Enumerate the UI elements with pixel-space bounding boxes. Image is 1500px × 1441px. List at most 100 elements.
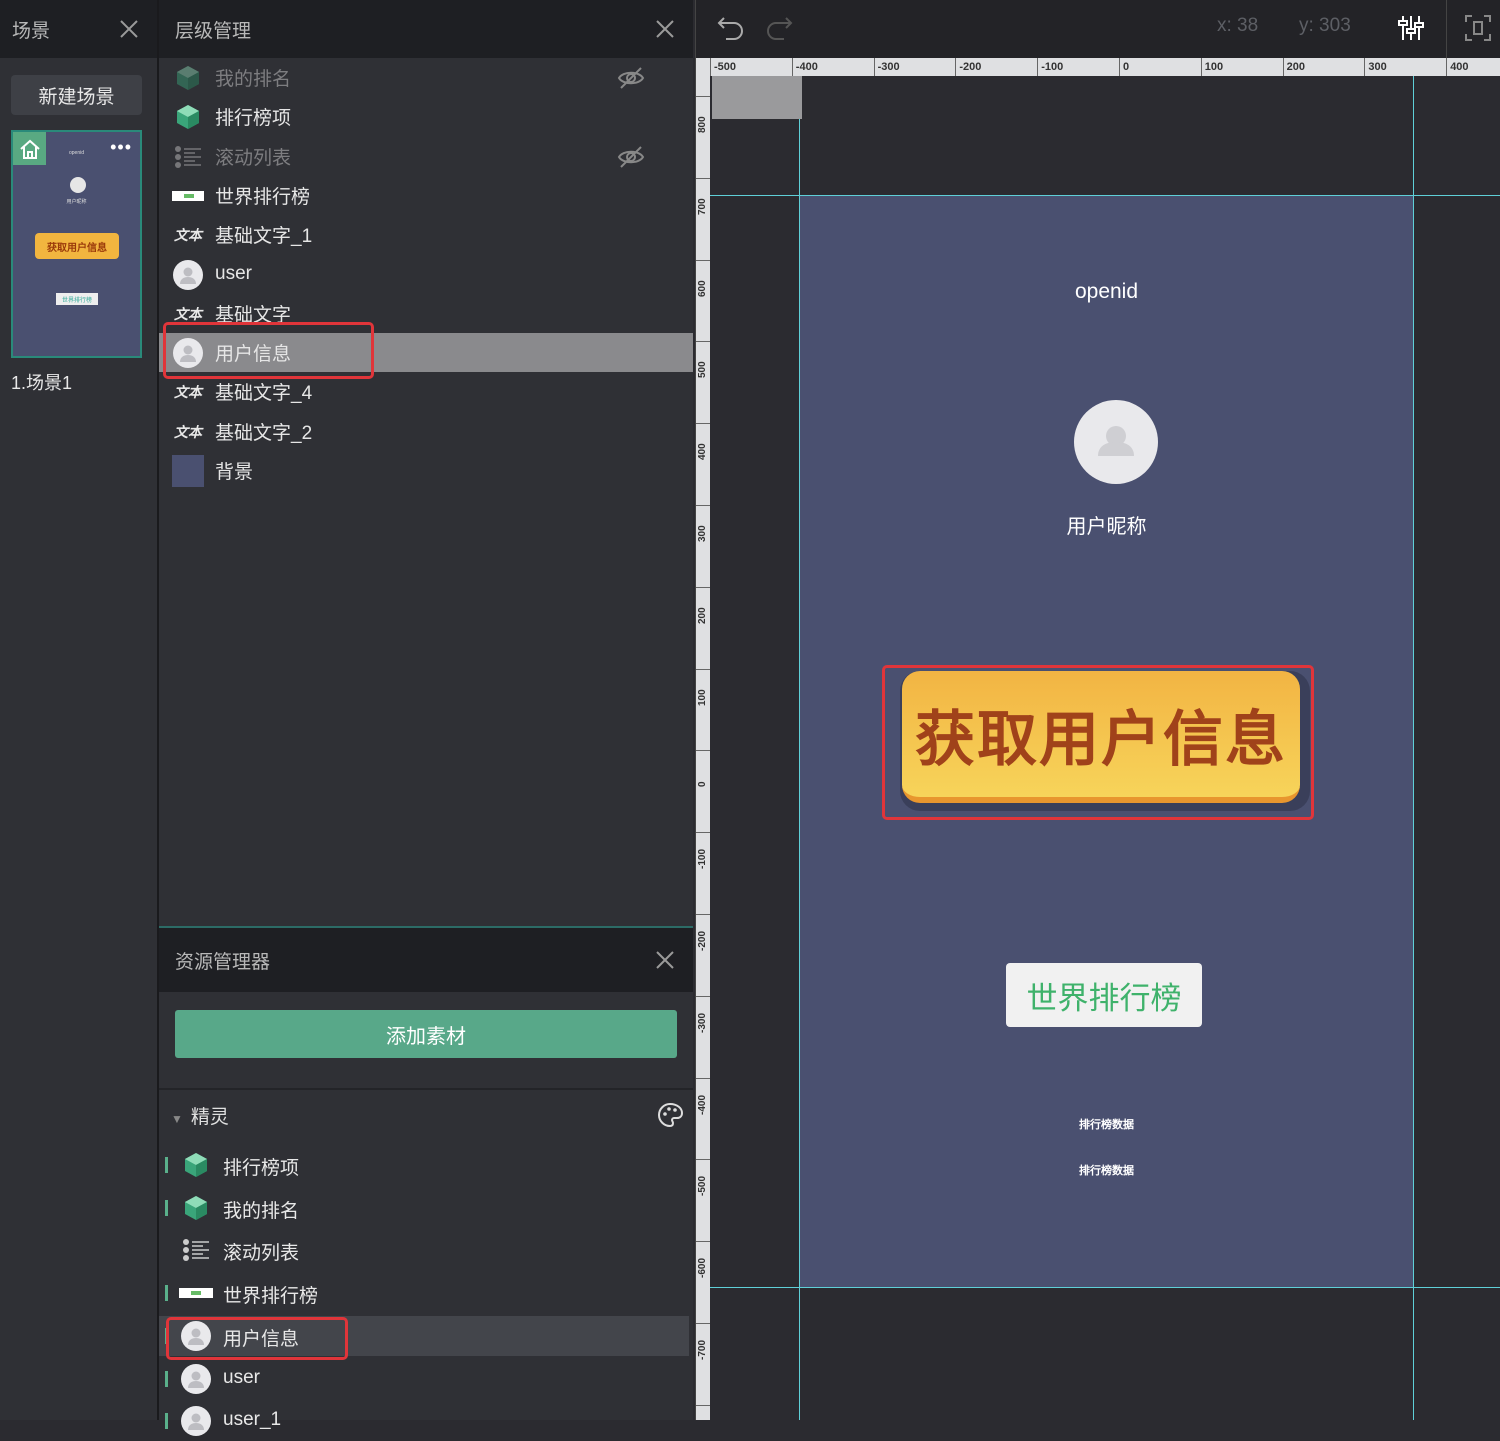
ruler-tick-label: 200: [697, 607, 708, 624]
stage-background[interactable]: openid 用户昵称 获取用户信息 世界排行榜 排行榜数据 排行榜数据: [800, 196, 1413, 1287]
layer-item[interactable]: 文本 基础文字_1: [159, 215, 693, 254]
resource-item[interactable]: 滚动列表: [159, 1230, 689, 1270]
ruler-tick: 200: [1282, 58, 1305, 76]
ruler-tick: 100: [696, 668, 710, 750]
ruler-tick-label: 600: [697, 279, 708, 297]
thumb-avatar: [70, 177, 86, 193]
eye-hidden-icon[interactable]: [617, 145, 645, 169]
get-user-info-button[interactable]: 获取用户信息: [902, 671, 1300, 803]
ruler-tick: -500: [710, 58, 736, 76]
guide-line[interactable]: [1413, 76, 1414, 1420]
text-icon: 文本: [174, 385, 202, 402]
cube-icon: [172, 62, 204, 94]
resource-panel-title: 资源管理器: [175, 951, 271, 973]
ruler-corner: [696, 58, 710, 76]
guide-line[interactable]: [710, 1287, 1500, 1288]
layer-item[interactable]: 滚动列表: [159, 137, 693, 176]
resource-panel: 资源管理器 添加素材 ▼ 精灵 排行榜项 我的排名滚动列表世界排行榜用户信息 user…: [159, 926, 693, 1437]
layer-panel: 层级管理 我的排名 排行榜项 滚动列表 世界排行榜 文本 基础文字_1 user 文本 基础文字…: [159, 0, 693, 926]
ruler-tick: 400: [1446, 58, 1469, 76]
ruler-tick-label: -100: [697, 849, 708, 870]
resource-marker: [165, 1157, 168, 1173]
layer-panel-header: 层级管理: [159, 0, 693, 58]
undo-icon[interactable]: [716, 14, 746, 47]
user-avatar[interactable]: [1074, 400, 1158, 484]
world-rank-button[interactable]: 世界排行榜: [1006, 963, 1202, 1027]
ruler-tick-label: 700: [697, 198, 708, 215]
eye-hidden-icon[interactable]: [617, 66, 645, 90]
layer-item[interactable]: 文本 基础文字_4: [159, 372, 693, 411]
coord-y: y: 303: [1299, 15, 1351, 36]
fit-screen-icon[interactable]: [1464, 14, 1492, 47]
ruler-tick: 300: [1364, 58, 1387, 76]
ruler-tick: 200: [696, 586, 710, 668]
sprite-group-toggle[interactable]: ▼ 精灵: [171, 1102, 229, 1129]
resource-item-label: 滚动列表: [223, 1243, 300, 1265]
horizontal-ruler: -500 -400 -300 -200 -100 0 100 200 300 400: [710, 58, 1500, 76]
home-icon: [13, 132, 46, 165]
toolbar-divider: [1446, 0, 1447, 58]
scene-panel: 场景 新建场景 ••• openid 用户昵称 获取用户信息 世界排行榜 1.场…: [0, 0, 159, 1420]
layer-item[interactable]: 文本 基础文字_2: [159, 412, 693, 451]
ruler-tick-label: 500: [697, 361, 708, 379]
thumb-nick: 用户昵称: [66, 199, 87, 205]
button-icon: [172, 180, 204, 212]
offscreen-element[interactable]: [712, 76, 802, 119]
ruler-tick-label: 300: [697, 525, 708, 542]
layer-item[interactable]: 排行榜项: [159, 97, 693, 136]
avatar-icon: [172, 337, 204, 369]
ruler-tick: -300: [873, 58, 900, 76]
layer-item[interactable]: user: [159, 255, 693, 294]
background-icon: [172, 455, 204, 487]
ruler-tick: 100: [1200, 58, 1223, 76]
text-icon: 文本: [174, 306, 202, 323]
layer-item[interactable]: 文本 基础文字: [159, 294, 693, 333]
ruler-tick: -400: [791, 58, 818, 76]
layer-item[interactable]: 世界排行榜: [159, 176, 693, 215]
avatar-icon: [179, 1363, 213, 1395]
redo-icon[interactable]: [764, 14, 794, 47]
resource-item[interactable]: user_1: [159, 1401, 689, 1441]
resource-item-label: 用户信息: [223, 1328, 300, 1350]
avatar-icon: [179, 1405, 213, 1437]
resource-item[interactable]: 排行榜项: [159, 1145, 689, 1185]
close-icon[interactable]: [653, 17, 677, 41]
close-icon[interactable]: [117, 17, 141, 41]
openid-text[interactable]: openid: [800, 280, 1413, 304]
nickname-text[interactable]: 用户昵称: [800, 510, 1413, 539]
close-icon[interactable]: [653, 948, 677, 972]
resource-item[interactable]: 我的排名: [159, 1188, 689, 1228]
ruler-tick-label: -500: [697, 1176, 708, 1197]
ruler-tick: -600: [696, 1241, 710, 1322]
guide-line[interactable]: [799, 76, 800, 1420]
add-asset-button[interactable]: 添加素材: [175, 1010, 677, 1058]
resource-item[interactable]: 世界排行榜: [159, 1273, 689, 1313]
layer-item[interactable]: 用户信息: [159, 333, 693, 373]
adjust-icon[interactable]: [1398, 13, 1424, 48]
ruler-tick-label: -600: [697, 1258, 708, 1279]
scene-thumbnail[interactable]: ••• openid 用户昵称 获取用户信息 世界排行榜: [11, 130, 142, 358]
new-scene-button[interactable]: 新建场景: [11, 75, 142, 115]
ruler-tick: -700: [696, 1323, 710, 1404]
canvas-toolbar: x: 38 y: 303: [696, 0, 1500, 58]
layer-item-label: 滚动列表: [215, 147, 292, 169]
editor-canvas[interactable]: x: 38 y: 303 -500 -400 -300 -200 -100 0 100 200…: [695, 0, 1500, 1420]
layer-item-label: 世界排行榜: [215, 186, 311, 208]
rank-data-text[interactable]: 排行榜数据: [800, 1162, 1413, 1178]
resource-item[interactable]: user: [159, 1359, 689, 1399]
layer-item-label: 基础文字_2: [215, 422, 313, 444]
cube-icon: [179, 1192, 213, 1224]
rank-data-text[interactable]: 排行榜数据: [800, 1116, 1413, 1132]
layer-item[interactable]: 背景: [159, 451, 693, 490]
scene-label[interactable]: 1.场景1: [11, 369, 72, 395]
guide-line[interactable]: [710, 195, 1500, 196]
thumb-rank: 世界排行榜: [56, 293, 98, 305]
layer-item[interactable]: 我的排名: [159, 58, 693, 97]
ruler-tick-label: -200: [697, 930, 708, 951]
avatar-icon: [172, 259, 204, 291]
triangle-down-icon: ▼: [171, 1112, 183, 1126]
scene-panel-header: 场景: [0, 0, 157, 58]
palette-icon[interactable]: [657, 1102, 684, 1128]
layer-panel-title: 层级管理: [175, 20, 252, 42]
resource-item[interactable]: 用户信息: [159, 1315, 689, 1356]
